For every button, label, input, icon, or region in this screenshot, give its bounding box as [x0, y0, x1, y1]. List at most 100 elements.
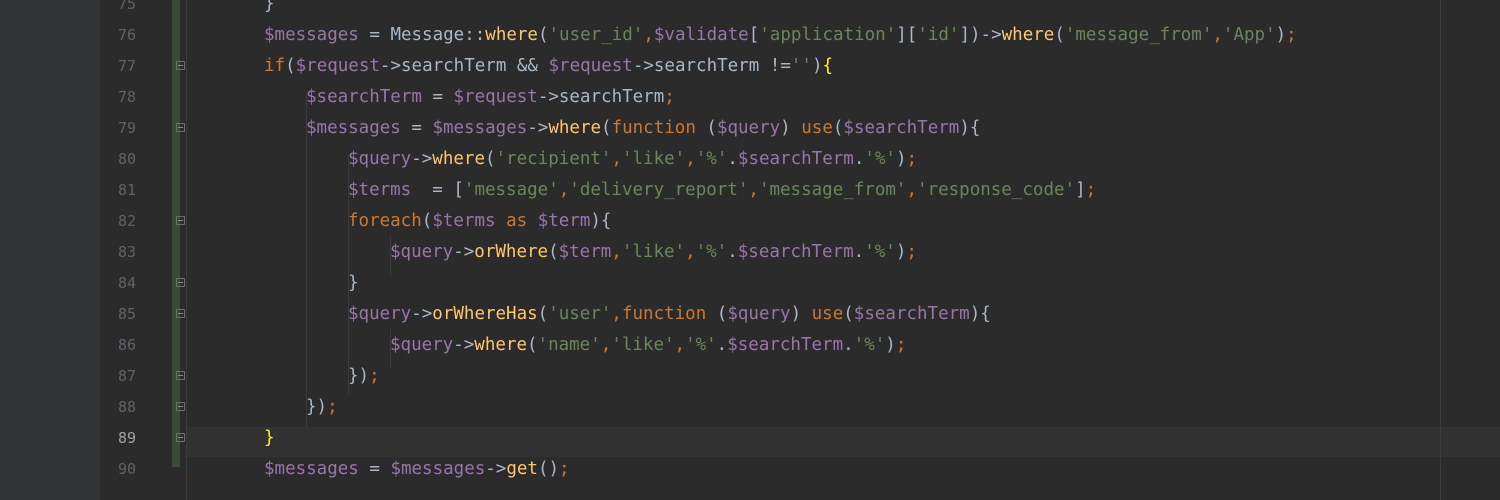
code-line[interactable]: 86 $query->where('name','like','%'.$searc…: [0, 330, 1500, 361]
code-line[interactable]: 77 if($request->searchTerm && $request->s…: [0, 51, 1500, 82]
line-number[interactable]: 80: [100, 144, 136, 175]
code-token: Message: [390, 25, 465, 45]
code-token: $query: [390, 335, 454, 355]
code-text[interactable]: }: [264, 423, 275, 454]
code-line[interactable]: 90 $messages = $messages->get();: [0, 454, 1500, 485]
code-token: (: [421, 211, 433, 231]
line-number[interactable]: 87: [100, 361, 136, 392]
line-number[interactable]: 81: [100, 175, 136, 206]
code-text[interactable]: });: [306, 392, 338, 423]
line-number[interactable]: 75: [100, 0, 136, 20]
code-token: if: [264, 56, 286, 76]
code-token: }: [348, 273, 359, 293]
code-token: 'App': [1222, 25, 1276, 45]
code-token: $terms: [348, 180, 412, 200]
line-number[interactable]: 83: [100, 237, 136, 268]
code-line[interactable]: 76 $messages = Message::where('user_id',$…: [0, 20, 1500, 51]
code-token: '%': [695, 242, 728, 262]
line-number[interactable]: 78: [100, 82, 136, 113]
code-text[interactable]: $query->where('name','like','%'.$searchT…: [390, 330, 906, 361]
fold-toggle-icon[interactable]: [176, 123, 185, 132]
code-token: .: [853, 149, 865, 169]
code-token: orWhere: [474, 242, 549, 262]
line-number[interactable]: 79: [100, 113, 136, 144]
code-token: 'application': [759, 25, 897, 45]
code-token: (: [601, 118, 612, 138]
code-token: 'id': [917, 25, 960, 45]
code-token: ][: [896, 25, 918, 45]
code-token: (: [285, 56, 296, 76]
fold-toggle-icon[interactable]: [176, 61, 185, 70]
code-token: where: [1001, 25, 1055, 45]
fold-toggle-icon[interactable]: [176, 278, 185, 287]
code-token: (: [484, 149, 496, 169]
code-token: (: [537, 25, 549, 45]
code-token: {: [822, 56, 834, 76]
code-token: $messages: [390, 459, 486, 479]
code-token: 'name': [537, 335, 601, 355]
code-text[interactable]: $searchTerm = $request->searchTerm;: [306, 82, 675, 113]
code-text[interactable]: $query->orWhere($term,'like','%'.$search…: [390, 237, 917, 268]
line-number[interactable]: 89: [100, 423, 136, 454]
code-token: $request: [548, 56, 633, 76]
code-text[interactable]: $messages = $messages->get();: [264, 454, 570, 485]
code-line[interactable]: 80 $query->where('recipient','like','%'.$…: [0, 144, 1500, 175]
code-line[interactable]: 87});: [0, 361, 1500, 392]
code-line[interactable]: 81 $terms = ['message','delivery_report',…: [0, 175, 1500, 206]
code-text[interactable]: }: [264, 0, 275, 20]
code-token: $searchTerm: [727, 335, 844, 355]
code-text[interactable]: });: [348, 361, 380, 392]
code-token: .: [843, 335, 854, 355]
code-token: =: [421, 87, 454, 107]
code-text[interactable]: $terms = ['message','delivery_report','m…: [348, 175, 1096, 206]
code-token: ): [790, 304, 812, 324]
line-number[interactable]: 88: [100, 392, 136, 423]
code-token: 'message_from': [1064, 25, 1213, 45]
code-text[interactable]: $query->orWhereHas('user',function ($que…: [348, 299, 991, 330]
code-text[interactable]: $messages = $messages->where(function ($…: [306, 113, 980, 144]
code-token: 'like': [611, 335, 675, 355]
code-token: 'response_code': [917, 180, 1076, 200]
code-text[interactable]: $messages = Message::where('user_id',$va…: [264, 20, 1297, 51]
code-token: ;: [664, 87, 675, 107]
code-line[interactable]: 88});: [0, 392, 1500, 423]
code-token: $messages: [306, 118, 401, 138]
code-token: }: [264, 0, 275, 14]
line-number[interactable]: 77: [100, 51, 136, 82]
code-line[interactable]: 83 $query->orWhere($term,'like','%'.$sear…: [0, 237, 1500, 268]
code-line[interactable]: 78 $searchTerm = $request->searchTerm;: [0, 82, 1500, 113]
code-token: searchTerm: [653, 56, 760, 76]
code-line[interactable]: 75}: [0, 0, 1500, 20]
code-token: ;: [369, 366, 380, 386]
code-token: =: [400, 118, 433, 138]
line-number[interactable]: 82: [100, 206, 136, 237]
fold-toggle-icon[interactable]: [176, 433, 185, 442]
code-line[interactable]: 89}: [0, 423, 1500, 454]
code-text[interactable]: foreach($terms as $term){: [348, 206, 611, 237]
fold-toggle-icon[interactable]: [176, 216, 185, 225]
fold-toggle-icon[interactable]: [176, 402, 185, 411]
code-line[interactable]: 79 $messages = $messages->where(function …: [0, 113, 1500, 144]
fold-toggle-icon[interactable]: [176, 371, 185, 380]
line-number[interactable]: 76: [100, 20, 136, 51]
code-token: ->: [379, 56, 401, 76]
code-text[interactable]: $query->where('recipient','like','%'.$se…: [348, 144, 917, 175]
code-token: (: [1054, 25, 1065, 45]
code-token: .: [716, 335, 728, 355]
code-token: '%': [685, 335, 717, 355]
code-token: ): [885, 335, 896, 355]
code-token: = [: [411, 180, 464, 200]
line-number[interactable]: 86: [100, 330, 136, 361]
line-number[interactable]: 84: [100, 268, 136, 299]
code-line[interactable]: 85 $query->orWhereHas('user',function ($q…: [0, 299, 1500, 330]
code-line[interactable]: 82 foreach($terms as $term){: [0, 206, 1500, 237]
code-token: [: [748, 25, 760, 45]
code-text[interactable]: if($request->searchTerm && $request->sea…: [264, 51, 833, 82]
code-token: ;: [1286, 25, 1297, 45]
code-text[interactable]: }: [348, 268, 359, 299]
code-line[interactable]: 84}: [0, 268, 1500, 299]
code-token: '%': [853, 335, 886, 355]
line-number[interactable]: 90: [100, 454, 136, 485]
fold-toggle-icon[interactable]: [176, 309, 185, 318]
line-number[interactable]: 85: [100, 299, 136, 330]
